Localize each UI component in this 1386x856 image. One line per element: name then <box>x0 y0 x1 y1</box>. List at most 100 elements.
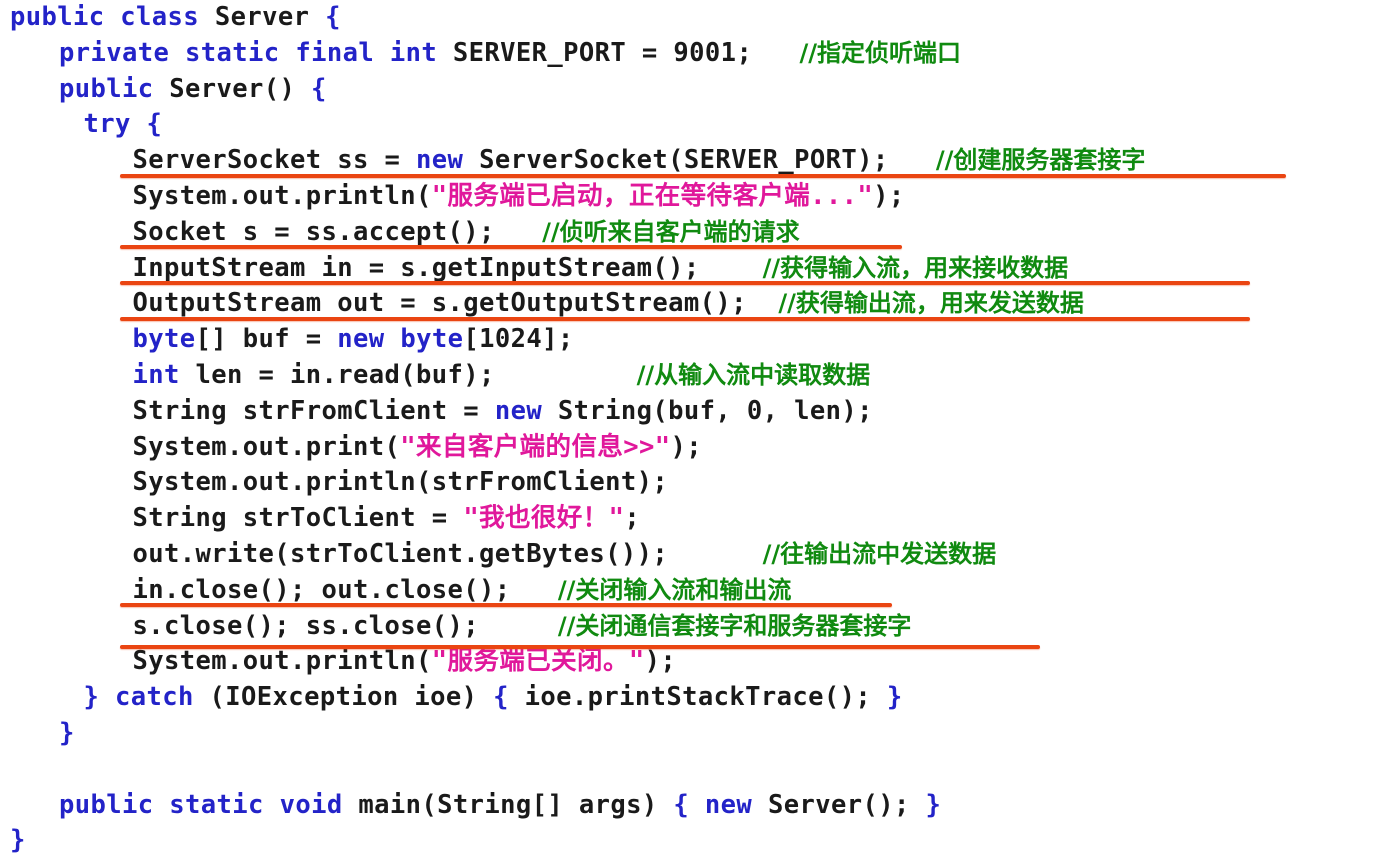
token-id: s.close(); ss.close(); <box>132 610 480 641</box>
token-id <box>374 38 390 68</box>
token-brace: } <box>59 718 75 748</box>
token-id <box>99 682 115 712</box>
token-kw: public <box>59 789 154 820</box>
token-kw: new <box>494 395 543 426</box>
token-kw: new <box>337 324 385 355</box>
token-str: "我也很好！" <box>463 503 625 534</box>
token-id <box>495 360 637 390</box>
token-kw: byte <box>132 324 196 355</box>
token-id: , len); <box>762 395 873 426</box>
token-id: Server() <box>153 73 312 104</box>
token-cmt: //关闭通信套接字和服务器套接字 <box>557 611 912 640</box>
code-line-3: public Server() { <box>59 72 327 108</box>
token-id <box>668 539 763 569</box>
code-line-23: public static void main(String[] args) {… <box>59 788 941 824</box>
token-id: SERVER_PORT = <box>437 37 674 68</box>
code-line-13: System.out.print("来自客户端的信息>>"); <box>133 430 703 466</box>
token-id: OutputStream out = s.getOutputStream(); <box>132 288 747 319</box>
token-kw: new <box>704 789 753 820</box>
token-id: String strToClient = <box>132 503 464 534</box>
token-id: ioe.printStackTrace(); <box>508 682 887 713</box>
token-id: ; <box>624 503 641 534</box>
token-id: ServerSocket(SERVER_PORT); <box>463 145 889 176</box>
token-brace: { <box>325 2 341 32</box>
token-id: String strFromClient = <box>132 395 495 426</box>
token-brace: { <box>493 682 509 713</box>
token-id: ); <box>873 181 905 211</box>
token-id <box>495 217 542 247</box>
token-id: System.out.println( <box>132 646 432 677</box>
token-kw: static <box>185 37 280 68</box>
token-cmt: //指定侦听端口 <box>799 38 961 67</box>
token-id <box>511 575 558 605</box>
token-kw: int <box>389 37 438 68</box>
token-kw: class <box>120 2 200 32</box>
code-line-6: System.out.println("服务端已启动，正在等待客户端..."); <box>133 179 905 215</box>
token-brace: } <box>83 682 100 713</box>
code-line-1: public class Server { <box>10 0 341 36</box>
token-id: main(String[] args) <box>342 789 674 820</box>
token-kw: final <box>295 37 375 68</box>
code-line-4: try { <box>84 107 163 143</box>
token-id <box>154 790 170 820</box>
token-brace: } <box>925 789 942 820</box>
token-kw: void <box>279 789 343 820</box>
token-id <box>309 2 325 32</box>
token-id: ]; <box>542 324 574 355</box>
token-brace: { <box>146 109 163 140</box>
code-line-18: s.close(); ss.close(); //关闭通信套接字和服务器套接字 <box>133 609 912 645</box>
code-line-19: System.out.println("服务端已关闭。"); <box>133 644 677 680</box>
token-id <box>385 324 401 354</box>
token-id: ServerSocket ss = <box>132 145 417 176</box>
token-id: Socket s = ss.accept(); <box>132 216 495 247</box>
code-screenshot: public class Server {private static fina… <box>0 0 1386 856</box>
token-kw: byte <box>400 324 464 355</box>
token-kw: catch <box>115 682 194 713</box>
token-cmt: //关闭输入流和输出流 <box>557 575 792 604</box>
token-id <box>747 288 779 318</box>
token-brace: } <box>886 682 903 713</box>
token-id <box>264 790 280 820</box>
token-brace: { <box>673 789 690 820</box>
token-str: "来自客户端的信息>>" <box>400 431 671 462</box>
token-cmt: //创建服务器套接字 <box>935 146 1146 175</box>
underline-close-streams <box>120 603 892 607</box>
underline-accept-listen <box>120 245 902 249</box>
token-kw: public <box>10 2 105 32</box>
underline-get-input-stream <box>120 281 1250 285</box>
token-cmt: //往输出流中发送数据 <box>762 540 997 568</box>
token-kw: int <box>132 360 180 390</box>
token-id: Server <box>214 2 310 32</box>
token-id <box>700 253 763 283</box>
token-kw: try <box>83 109 131 140</box>
token-id: in.close(); out.close(); <box>132 574 511 605</box>
token-id <box>131 109 147 139</box>
token-id: [ <box>463 324 480 355</box>
token-id: len = in.read(buf); <box>179 360 495 390</box>
token-num: 9001 <box>673 37 737 68</box>
token-str: "服务端已关闭。" <box>431 646 645 677</box>
token-id <box>479 611 558 641</box>
token-id: String(buf, <box>542 395 747 426</box>
token-cmt: //获得输入流，用来接收数据 <box>762 253 1069 282</box>
token-cmt: //从输入流中读取数据 <box>636 361 871 389</box>
code-line-16: out.write(strToClient.getBytes()); //往输出… <box>133 537 997 573</box>
token-kw: static <box>169 789 264 820</box>
code-line-14: System.out.println(strFromClient); <box>133 465 669 501</box>
token-brace: { <box>311 73 327 104</box>
token-id: (IOException ioe) <box>193 682 494 713</box>
token-kw: public <box>59 73 154 104</box>
underline-get-output-stream <box>120 317 1250 321</box>
code-line-12: String strFromClient = new String(buf, 0… <box>133 394 873 430</box>
source-code-block: public class Server {private static fina… <box>0 0 1386 856</box>
token-id <box>105 2 121 32</box>
token-id <box>752 38 799 68</box>
code-line-21: } <box>59 716 75 752</box>
token-id <box>280 38 296 68</box>
token-id <box>889 145 936 175</box>
token-cmt: //获得输出流，用来发送数据 <box>778 289 1084 318</box>
token-id: System.out.println(strFromClient); <box>132 467 669 498</box>
token-id: out.write(strToClient.getBytes()); <box>132 539 669 569</box>
token-cmt: //侦听来自客户端的请求 <box>542 217 800 246</box>
code-line-24: } <box>10 823 26 856</box>
